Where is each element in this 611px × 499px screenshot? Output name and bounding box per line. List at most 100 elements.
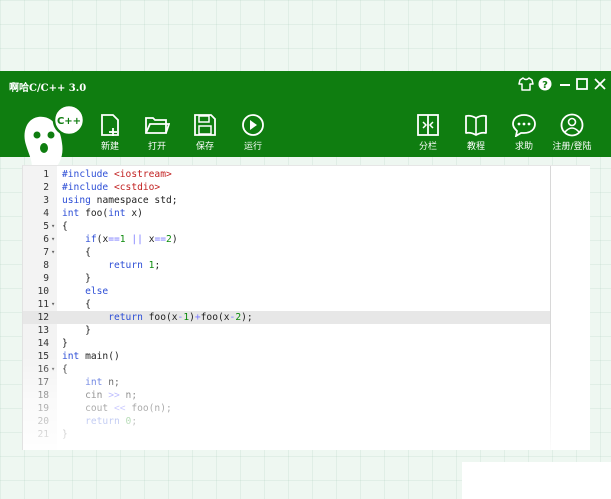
- fold-arrow-icon[interactable]: ▾: [51, 298, 55, 311]
- line-number: 9: [43, 273, 49, 284]
- split-view-button[interactable]: 分栏: [406, 113, 450, 152]
- code-line[interactable]: 5 ▾ {: [23, 220, 550, 233]
- code-text: {: [62, 221, 68, 232]
- skin-icon[interactable]: [518, 76, 534, 92]
- code-text: }: [62, 273, 91, 284]
- book-icon: [465, 114, 487, 136]
- code-text: }: [62, 338, 68, 349]
- line-number: 17: [37, 377, 49, 388]
- close-icon[interactable]: [593, 76, 607, 92]
- fold-arrow-icon[interactable]: ▾: [51, 246, 55, 259]
- code-line[interactable]: 8 return 1;: [23, 259, 550, 272]
- code-text: return 0;: [85, 416, 138, 427]
- code-line[interactable]: 14}: [23, 337, 550, 350]
- fold-arrow-icon[interactable]: ▾: [51, 363, 55, 376]
- line-number: 14: [37, 338, 49, 349]
- code-line[interactable]: 20 return 0;: [23, 415, 550, 428]
- new-button[interactable]: 新建: [88, 113, 132, 152]
- code-line[interactable]: 17 int n;: [23, 376, 550, 389]
- open-button-label: 打开: [147, 142, 166, 152]
- code-editor[interactable]: 1 #include <iostream> 2 #include <cstdio> 3 u…: [22, 165, 590, 450]
- fold-arrow-icon[interactable]: ▾: [51, 220, 55, 233]
- code-line[interactable]: 16 ▾ {: [23, 363, 550, 376]
- code-text: }: [62, 325, 91, 336]
- code-line[interactable]: 6 ▾ if(x==1 || x==2): [23, 233, 550, 246]
- code-line[interactable]: 15 int main(): [23, 350, 550, 363]
- print-margin-line: [550, 166, 551, 450]
- maximize-icon[interactable]: [575, 76, 589, 92]
- save-button[interactable]: 保存: [183, 113, 227, 152]
- code-text: cout << foo(n);: [62, 403, 172, 414]
- code-text: int n;: [85, 377, 120, 388]
- line-number: 2: [43, 182, 49, 193]
- run-button-label: 运行: [243, 142, 262, 152]
- help-icon[interactable]: ?: [538, 76, 552, 92]
- line-number: 16: [37, 364, 49, 375]
- line-number: 20: [37, 416, 49, 427]
- code-text: #include <iostream>: [62, 169, 172, 180]
- save-disk-icon: [194, 114, 216, 136]
- line-number: 19: [37, 403, 49, 414]
- split-view-label: 分栏: [418, 142, 437, 152]
- help-request-label: 求助: [514, 142, 533, 152]
- code-line[interactable]: 12 return foo(x-1)+foo(x-2);: [23, 311, 550, 324]
- run-play-icon: [242, 114, 264, 136]
- login-button[interactable]: 注册/登陆: [550, 113, 594, 152]
- new-file-icon: [101, 114, 119, 136]
- code-text: else: [85, 286, 109, 297]
- title-bar: 啊哈C/C++ 3.0 ? 新建 打开 保存 运行 分栏 教程 求助 注册/登陆: [0, 71, 611, 157]
- code-line[interactable]: 18 cin >> n;: [23, 389, 550, 402]
- svg-text:?: ?: [542, 80, 548, 91]
- line-number: 18: [37, 390, 49, 401]
- save-button-label: 保存: [195, 142, 214, 152]
- code-line[interactable]: 7 ▾ {: [23, 246, 550, 259]
- code-text: return 1;: [108, 260, 161, 271]
- run-button[interactable]: 运行: [231, 113, 275, 152]
- code-line[interactable]: 1 #include <iostream>: [23, 168, 550, 181]
- code-lines: 1 #include <iostream> 2 #include <cstdio> 3 u…: [23, 166, 550, 450]
- tutorial-label: 教程: [466, 142, 485, 152]
- login-label: 注册/登陆: [552, 142, 592, 152]
- code-text: cin >> n;: [62, 390, 138, 401]
- user-icon: [560, 113, 584, 137]
- background-white-patch: [462, 462, 611, 499]
- folder-open-icon: [145, 117, 170, 134]
- code-text: int main(): [62, 351, 120, 362]
- new-button-label: 新建: [100, 142, 119, 152]
- code-text: {: [62, 364, 68, 375]
- code-line[interactable]: 11 ▾ {: [23, 298, 550, 311]
- code-line[interactable]: 3 using namespace std;: [23, 194, 550, 207]
- open-button[interactable]: 打开: [135, 113, 179, 152]
- app-window: 啊哈C/C++ 3.0 ? 新建 打开 保存 运行 分栏 教程 求助 注册/登陆…: [0, 71, 611, 450]
- code-line[interactable]: 4 int foo(int x): [23, 207, 550, 220]
- code-line[interactable]: 2 #include <cstdio>: [23, 181, 550, 194]
- code-text: {: [62, 247, 91, 258]
- tutorial-button[interactable]: 教程: [454, 113, 498, 152]
- code-line[interactable]: 21}: [23, 428, 550, 441]
- chat-bubble-icon: [512, 114, 536, 137]
- code-line[interactable]: 19 cout << foo(n);: [23, 402, 550, 415]
- minimize-icon[interactable]: [558, 76, 572, 92]
- line-number: 6: [43, 234, 49, 245]
- fold-arrow-icon[interactable]: ▾: [51, 233, 55, 246]
- app-title: 啊哈C/C++ 3.0: [9, 83, 87, 94]
- code-text: #include <cstdio>: [62, 182, 161, 193]
- line-number: 12: [37, 312, 49, 323]
- help-request-button[interactable]: 求助: [502, 113, 546, 152]
- code-text: using namespace std;: [62, 195, 178, 206]
- code-text: return foo(x-1)+foo(x-2);: [108, 312, 253, 323]
- code-line[interactable]: 10 else: [23, 285, 550, 298]
- mascot-badge-text: C++: [57, 116, 81, 127]
- code-line[interactable]: 9 }: [23, 272, 550, 285]
- code-text: }: [62, 429, 68, 440]
- line-number: 8: [43, 260, 49, 271]
- line-number: 1: [43, 169, 49, 180]
- code-text: {: [62, 299, 91, 310]
- line-number: 4: [43, 208, 49, 219]
- code-text: if(x==1 || x==2): [85, 234, 178, 245]
- line-number: 21: [37, 429, 49, 440]
- line-number: 13: [37, 325, 49, 336]
- code-line[interactable]: 13 }: [23, 324, 550, 337]
- line-number: 11: [37, 299, 49, 310]
- code-text: int foo(int x): [62, 208, 143, 219]
